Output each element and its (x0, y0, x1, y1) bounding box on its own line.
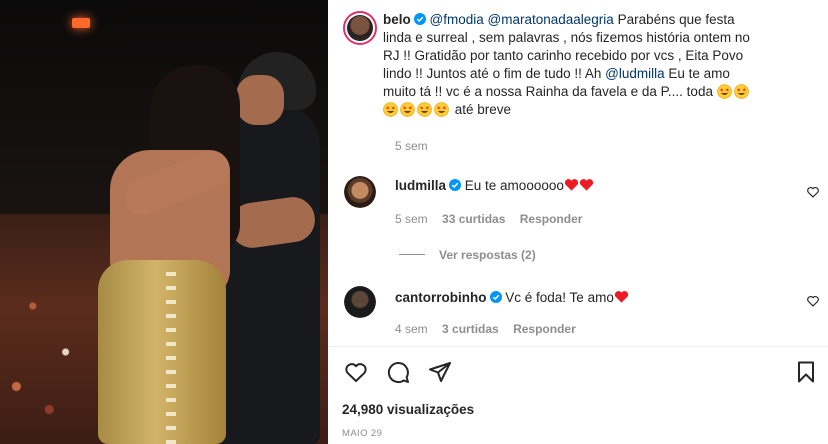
comment-icon[interactable] (386, 360, 410, 384)
mention-link[interactable]: @ludmilla (605, 66, 664, 81)
view-replies-button[interactable]: Ver respostas (2) (399, 248, 536, 262)
star-struck-emoji-icon (383, 102, 398, 117)
comment-text: Eu te amoooooo (464, 178, 564, 193)
star-struck-emoji-icon (434, 102, 449, 117)
comment-avatar[interactable] (344, 176, 376, 208)
red-heart-emoji-icon (579, 179, 593, 191)
comment-1: ludmilla Eu te amoooooo (395, 177, 594, 195)
star-struck-emoji-icon (417, 102, 432, 117)
verified-badge-icon (449, 179, 462, 191)
comment-meta: 5 sem 33 curtidas Responder (395, 212, 582, 226)
performer-pants (98, 260, 226, 444)
comment-username[interactable]: cantorrobinho (395, 290, 487, 305)
view-replies-label: Ver respostas (2) (439, 248, 536, 262)
performer-face (236, 75, 284, 125)
comment-likes[interactable]: 3 curtidas (442, 322, 499, 336)
post-video[interactable] (0, 0, 328, 444)
mention-link[interactable]: @fmodia (430, 12, 484, 27)
views-count[interactable]: 24,980 visualizações (342, 402, 474, 417)
post-date[interactable]: MAIO 29 (342, 428, 382, 439)
author-username[interactable]: belo (383, 12, 411, 27)
replies-line (399, 254, 425, 255)
comment-text: Vc é foda! Te amo (505, 290, 614, 305)
star-struck-emoji-icon (400, 102, 415, 117)
caption-tail: até breve (451, 102, 512, 117)
author-avatar[interactable] (343, 11, 377, 45)
comment-time[interactable]: 5 sem (395, 212, 428, 226)
star-struck-emoji-icon (733, 84, 749, 99)
reply-button[interactable]: Responder (513, 322, 576, 336)
comment-meta: 4 sem 3 curtidas Responder (395, 322, 576, 336)
action-bar (342, 360, 818, 386)
comment-avatar[interactable] (344, 286, 376, 318)
post-time[interactable]: 5 sem (395, 139, 428, 153)
divider (328, 346, 828, 347)
red-heart-emoji-icon (614, 291, 628, 303)
comment-like-heart-icon[interactable] (806, 185, 820, 199)
stage-light (72, 18, 90, 28)
star-struck-emoji-icon (716, 84, 732, 99)
caption-text: @fmodia @maratonadaalegria Parabéns que … (383, 12, 750, 99)
save-icon[interactable] (794, 360, 818, 384)
verified-badge-icon (413, 13, 426, 25)
post-caption: belo @fmodia @maratonadaalegria Parabéns… (383, 11, 758, 119)
comment-like-heart-icon[interactable] (806, 294, 820, 308)
comment-username[interactable]: ludmilla (395, 178, 446, 193)
share-icon[interactable] (428, 360, 452, 384)
pants-lace (166, 272, 176, 444)
comment-2: cantorrobinho Vc é foda! Te amo (395, 289, 629, 307)
red-heart-emoji-icon (564, 179, 578, 191)
verified-badge-icon (489, 291, 502, 303)
heart-icon[interactable] (344, 360, 368, 384)
comment-likes[interactable]: 33 curtidas (442, 212, 505, 226)
reply-button[interactable]: Responder (520, 212, 583, 226)
mention-link[interactable]: @maratonadaalegria (488, 12, 614, 27)
post-details: belo @fmodia @maratonadaalegria Parabéns… (328, 0, 828, 444)
comment-time[interactable]: 4 sem (395, 322, 428, 336)
